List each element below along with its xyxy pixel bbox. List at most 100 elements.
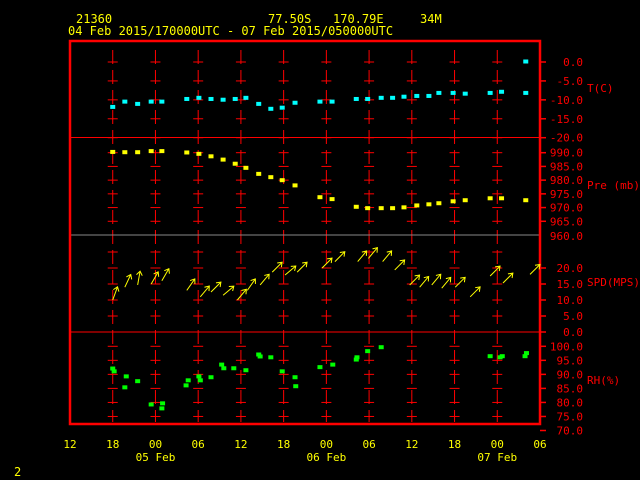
y-tick-label: -10.0 [550, 94, 583, 107]
relative_humidity-point [292, 375, 298, 380]
relative_humidity-point [317, 365, 323, 370]
x-date-label: 06 Feb [306, 451, 346, 464]
pressure-point [414, 203, 420, 208]
temperature-point [523, 90, 529, 95]
relative_humidity-point [378, 345, 384, 350]
temperature-point [436, 90, 442, 95]
relative_humidity-point [208, 375, 214, 380]
pressure-point [317, 195, 323, 200]
wind-arrow [382, 250, 393, 262]
relative_humidity-point [523, 351, 529, 356]
wind-arrow [246, 278, 256, 291]
pressure-point [148, 149, 154, 154]
wind-arrow [419, 275, 430, 288]
x-tick-label: 18 [106, 438, 119, 451]
wind-arrow-shaft [529, 264, 541, 275]
wind-arrow-shaft [271, 261, 283, 273]
y-tick-label: 965.0 [550, 215, 583, 228]
wind-arrow [454, 276, 466, 288]
temperature-point [462, 91, 468, 96]
wind-arrow [394, 259, 406, 271]
y-axis-label: T(C) [587, 82, 614, 95]
y-tick-label: 15.0 [557, 278, 584, 291]
pressure-point [196, 151, 202, 156]
wind-arrow [409, 274, 421, 286]
relative_humidity-point [122, 385, 128, 390]
wind-arrow [222, 285, 235, 296]
wind-arrow-shaft [321, 257, 333, 269]
temperature-point [268, 106, 274, 111]
y-tick-label: 980.0 [550, 174, 583, 187]
y-tick-label: 70.0 [557, 425, 584, 438]
pressure-point [184, 150, 190, 155]
relative_humidity-point [111, 369, 117, 374]
relative_humidity-point [365, 349, 371, 354]
plot-frame [68, 39, 542, 426]
pressure-point [499, 196, 505, 201]
wind-arrow [502, 272, 514, 284]
y-tick-label: 85.0 [557, 382, 584, 395]
temperature-point [450, 90, 456, 95]
temperature-point [148, 99, 154, 104]
pressure-point [436, 201, 442, 206]
wind-arrow [150, 271, 160, 285]
x-tick-label: 00 [491, 438, 504, 451]
wind-arrow [469, 286, 481, 298]
temperature-point [499, 89, 505, 94]
wind-arrow [431, 273, 442, 286]
pressure-point [135, 150, 141, 155]
temperature-point [390, 95, 396, 100]
pressure-point [523, 198, 529, 203]
wind-arrow [236, 288, 247, 301]
temperature-point [378, 95, 384, 100]
temperature-point [208, 96, 214, 101]
x-tick-label: 12 [63, 438, 76, 451]
pressure-point [292, 183, 298, 188]
wind-arrow [529, 263, 541, 275]
pressure-point [243, 165, 249, 170]
wind-arrow-shaft [454, 276, 466, 288]
relative_humidity-point [499, 354, 505, 359]
wind-arrow [124, 273, 133, 288]
y-tick-label: 95.0 [557, 354, 584, 367]
wind-arrow-shaft [409, 274, 420, 286]
y-tick-label: 960.0 [550, 230, 583, 243]
temperature-point [122, 99, 128, 104]
relative_humidity-point [231, 366, 237, 371]
relative_humidity-point [183, 383, 189, 388]
y-tick-label: 10.0 [557, 294, 584, 307]
y-axis-label: SPD(MPS) [587, 276, 640, 289]
wind-arrow [112, 286, 120, 301]
y-axis-label: Pre (mb) [587, 179, 640, 192]
pressure-point [353, 204, 359, 209]
meteogram: 0.0 -5.0 -10.0 -15.0 -20.0 T(C) 990.0985.0980.… [63, 39, 640, 464]
y-tick-label: 90.0 [557, 368, 584, 381]
wind-arrow [367, 247, 378, 259]
wind-arrow-shaft [394, 259, 405, 271]
temperature-point [256, 101, 262, 106]
relative_humidity-point [257, 354, 263, 359]
pressure-point [159, 149, 165, 154]
y-axis-label: RH(%) [587, 374, 620, 387]
wind-arrow-shaft [210, 281, 222, 293]
y-tick-label: 100.0 [550, 340, 583, 353]
pressure-point [426, 202, 432, 207]
temperature-point [365, 96, 371, 101]
temperature-point [317, 99, 323, 104]
pressure-point [232, 161, 238, 166]
relative_humidity-point [160, 401, 166, 406]
x-tick-label: 12 [405, 438, 418, 451]
temperature-point [292, 100, 298, 105]
y-tick-label: 990.0 [550, 147, 583, 160]
wind-arrow [357, 250, 368, 262]
relative_humidity-point [135, 379, 141, 384]
x-tick-label: 06 [362, 438, 375, 451]
pressure-point [487, 196, 493, 201]
wind-arrow [321, 257, 333, 269]
y-tick-label: 75.0 [557, 410, 584, 423]
relative_humidity-point [219, 362, 225, 367]
pressure-point [256, 171, 262, 176]
wind-arrow [259, 273, 270, 286]
temperature-point [220, 97, 226, 102]
y-tick-label: -15.0 [550, 113, 583, 126]
